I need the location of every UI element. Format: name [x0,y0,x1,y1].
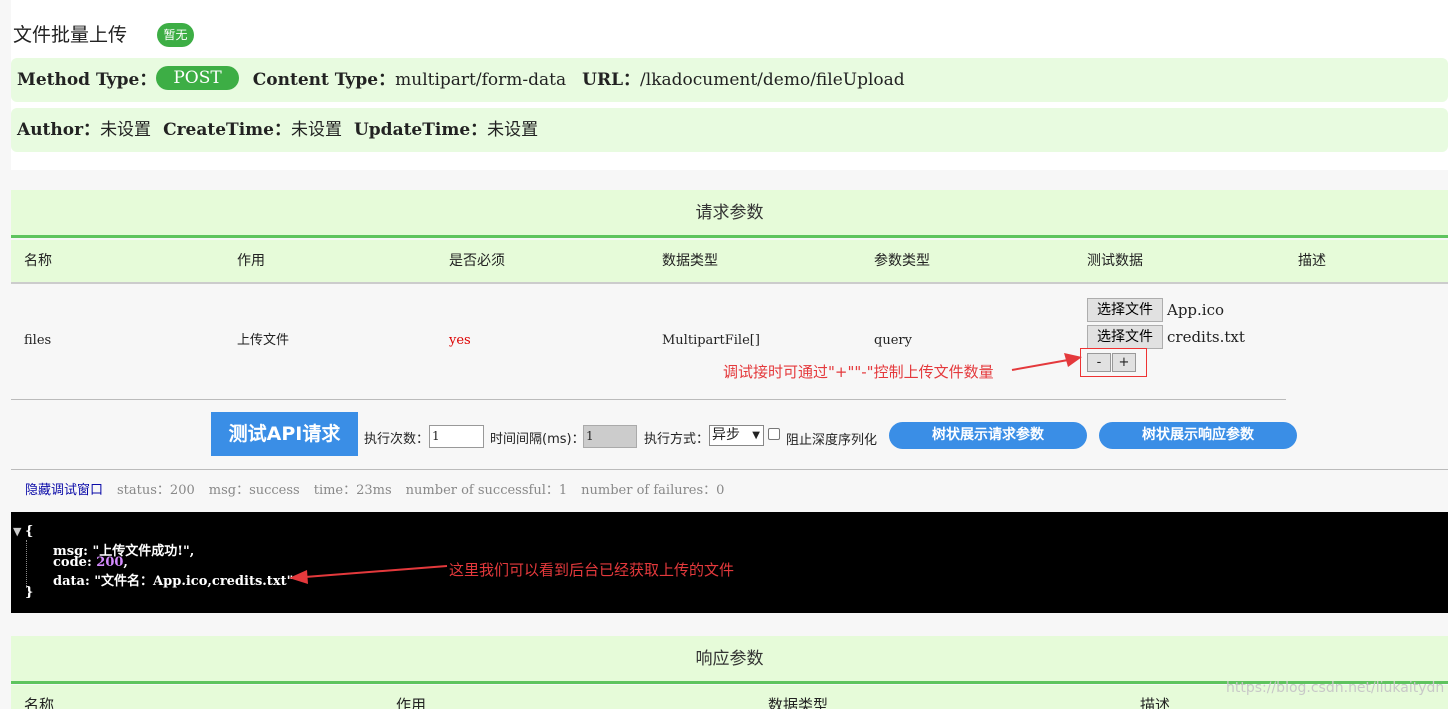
debug-status-bar: 隐藏调试窗口 status：200 msg：success time：23ms numb… [11,469,1448,511]
interval-input[interactable]: 1 [583,425,637,448]
add-file-button[interactable]: + [1112,353,1136,372]
author-value: 未设置 [100,120,152,140]
resp-col-description: 描述 [1140,696,1171,709]
json-open-brace: { [25,524,34,539]
console-annotation: 这里我们可以看到后台已经获取上传的文件 [449,561,735,579]
status-time: time：23ms [313,483,392,498]
json-indent-guide [26,540,27,588]
annotation-arrow-icon [1011,353,1082,371]
console-arrow-icon [289,565,448,584]
mode-label: 执行方式： [644,432,710,447]
update-time-label: UpdateTime： [353,120,488,140]
mode-select[interactable]: 异步 ▼ [709,425,764,446]
resp-col-data-type: 数据类型 [768,696,829,709]
create-time-value: 未设置 [290,120,342,140]
resp-col-purpose: 作用 [396,696,427,709]
watermark: https://blog.csdn.net/liukaitydn [1226,680,1445,696]
response-params-header: 响应参数 [11,636,1448,684]
json-code-comma: , [123,555,128,570]
param-purpose: 上传文件 [237,333,290,348]
col-required: 是否必须 [449,253,505,269]
json-code-key: code: [53,555,92,570]
resp-col-name: 名称 [24,696,55,709]
status-successful: number of successful：1 [405,483,568,498]
file-name-1: App.ico [1167,301,1225,319]
author-label: Author： [17,120,101,140]
col-param-type: 参数类型 [874,253,930,269]
status-badge: 暂无 [157,23,194,47]
file-count-controls: - + [1080,348,1147,377]
content-type-label: Content Type： [252,70,396,90]
json-code-line: code: 200, [53,555,128,570]
url-label: URL： [582,70,641,90]
url-value: /lkadocument/demo/fileUpload [640,70,905,90]
status-msg: msg：success [208,483,300,498]
content-type-value: multipart/form-data [395,70,567,90]
row-divider [11,399,1286,400]
col-purpose: 作用 [237,253,265,269]
collapse-triangle-icon[interactable]: ▼ [13,525,21,538]
update-time-value: 未设置 [487,120,539,140]
status-code: status：200 [117,483,195,498]
page-title: 文件批量上传 [13,24,128,46]
method-badge: POST [156,66,239,90]
remove-file-button[interactable]: - [1087,353,1111,372]
json-data-line: data: "文件名：App.ico,credits.txt" [53,570,293,589]
deep-serialize-label: 阻止深度序列化 [786,433,878,448]
col-description: 描述 [1298,253,1326,269]
col-name: 名称 [24,253,52,269]
col-data-type: 数据类型 [662,253,718,269]
choose-file-button-2[interactable]: 选择文件 [1087,325,1163,349]
json-data-value: "文件名：App.ico,credits.txt" [94,574,294,589]
interval-label: 时间间隔(ms)： [490,432,585,447]
file-name-2: credits.txt [1167,328,1245,346]
method-type-label: Method Type： [17,70,157,90]
author-row: Author：未设置 CreateTime：未设置 UpdateTime：未设置 [11,108,1448,152]
mode-select-value: 异步 [712,427,740,443]
param-required: yes [449,333,471,348]
status-failures: number of failures：0 [581,483,725,498]
method-row: Method Type： POST Content Type：multipart/f… [11,58,1448,102]
request-params-header: 请求参数 [11,190,1448,238]
exec-count-input[interactable]: 1 [429,425,484,448]
tree-response-button[interactable]: 树状展示响应参数 [1099,422,1297,449]
tree-request-button[interactable]: 树状展示请求参数 [889,422,1087,449]
hide-debug-link[interactable]: 隐藏调试窗口 [25,483,103,498]
json-close-brace: } [25,585,34,600]
json-data-key: data: [53,574,90,589]
deep-serialize-checkbox[interactable] [768,428,780,440]
test-api-button[interactable]: 测试API请求 [211,412,358,456]
file-count-annotation: 调试接时可通过"+""-"控制上传文件数量 [723,363,994,381]
json-code-value: 200 [96,555,124,570]
exec-count-label: 执行次数： [364,432,430,447]
choose-file-button-1[interactable]: 选择文件 [1087,298,1163,322]
chevron-down-icon: ▼ [752,430,760,441]
create-time-label: CreateTime： [163,120,291,140]
param-name: files [24,333,52,348]
col-test-data: 测试数据 [1087,253,1143,269]
request-table-header: 名称 作用 是否必须 数据类型 参数类型 测试数据 描述 [11,240,1448,284]
